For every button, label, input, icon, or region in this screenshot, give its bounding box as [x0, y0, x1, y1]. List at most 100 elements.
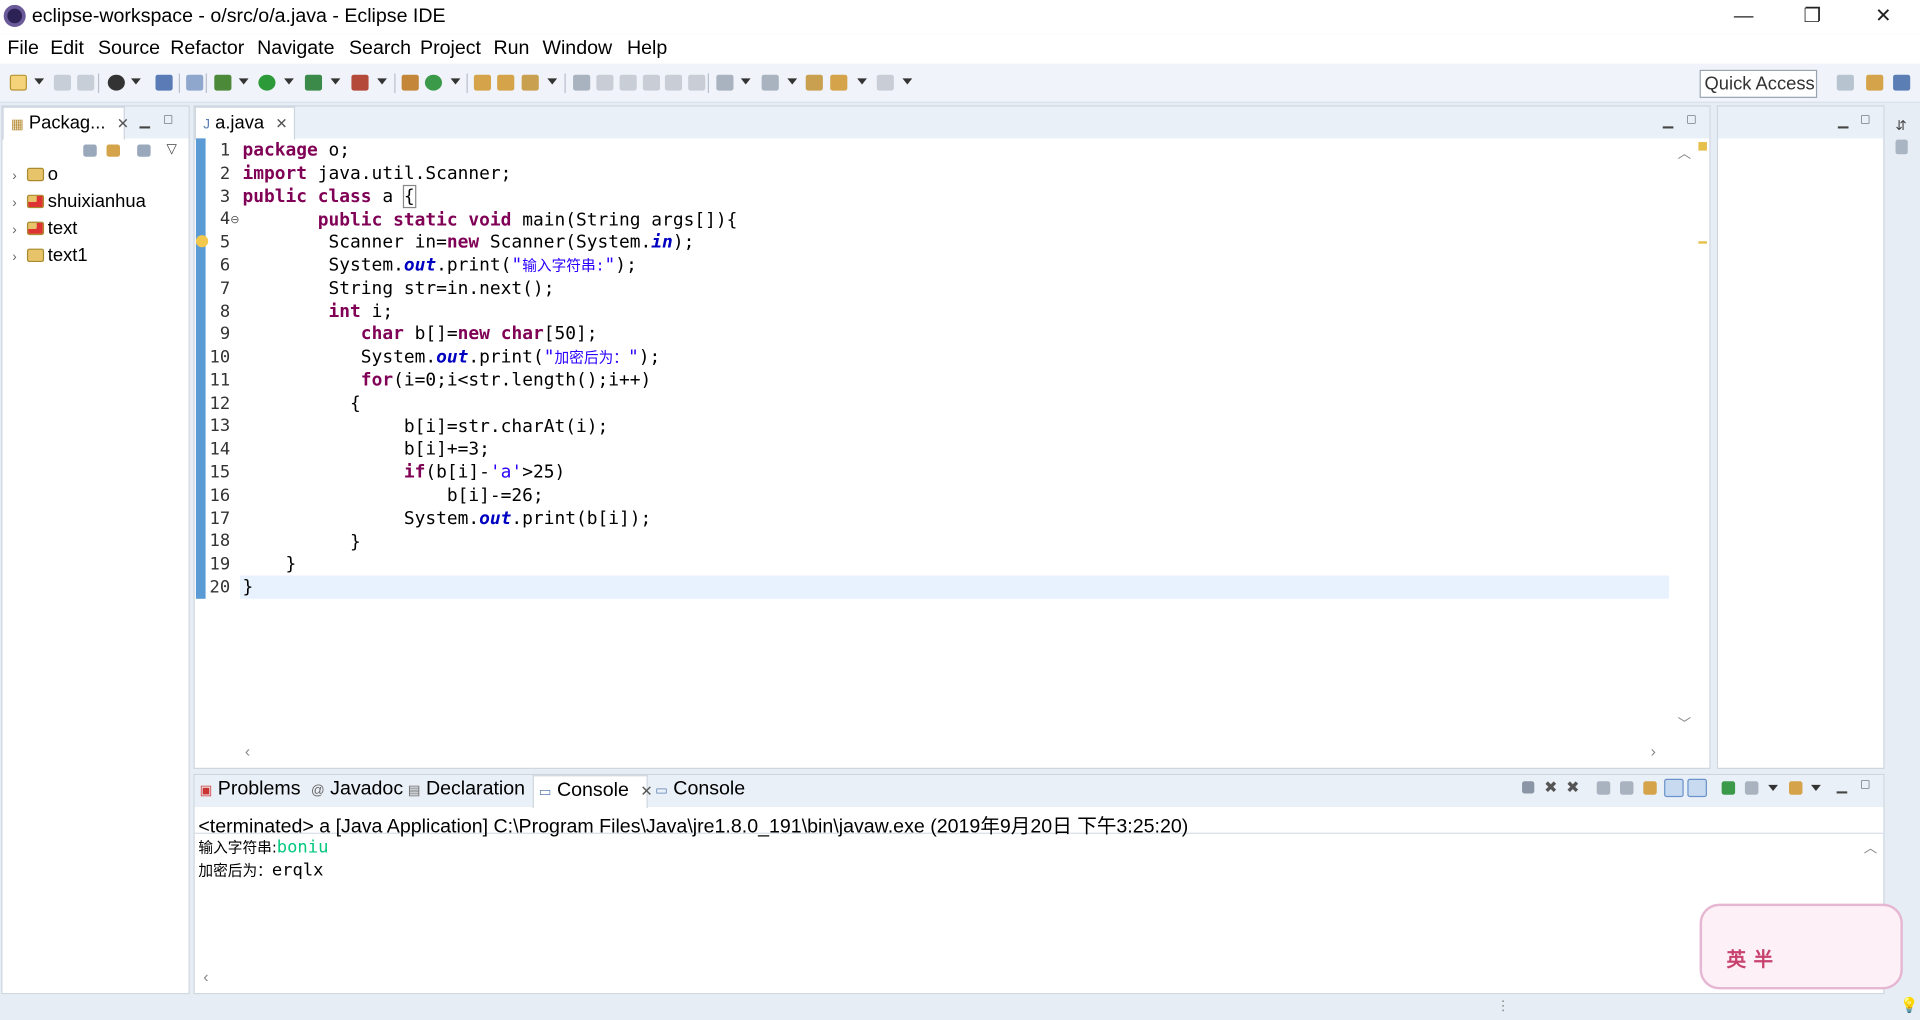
scroll-up-icon[interactable]: ︿	[1864, 838, 1877, 858]
tree-item-project[interactable]: › shuixianhua	[12, 191, 146, 215]
collapse-all-icon[interactable]	[83, 144, 97, 157]
maximize-view-icon[interactable]: □	[1861, 113, 1869, 128]
tab-console-active[interactable]: ▭ Console ✕	[532, 775, 653, 809]
menu-window[interactable]: Window	[542, 38, 612, 60]
code-line[interactable]: {	[242, 393, 361, 414]
code-line[interactable]: System.out.print("输入字符串:");	[242, 255, 637, 276]
scroll-down-icon[interactable]: ﹀	[1678, 714, 1691, 734]
forward-dropdown-icon[interactable]	[902, 78, 913, 85]
dropdown-icon[interactable]	[131, 78, 141, 85]
restore-button[interactable]: ❐	[1784, 2, 1840, 31]
scroll-up-icon[interactable]: ︿	[1678, 143, 1691, 163]
code-line[interactable]: System.out.print(b[i]);	[242, 508, 651, 529]
close-icon[interactable]: ✕	[275, 115, 287, 132]
focus-icon[interactable]	[137, 144, 151, 157]
terminate-icon[interactable]	[1522, 781, 1535, 794]
show-whitespace-icon[interactable]	[664, 74, 683, 91]
maximize-view-icon[interactable]: □	[1687, 113, 1695, 128]
remove-all-terminated-icon[interactable]: ✖	[1566, 778, 1579, 798]
overview-ruler-warning-icon[interactable]	[1698, 142, 1707, 151]
previous-annotation-dropdown-icon[interactable]	[787, 78, 798, 85]
code-line[interactable]: System.out.print("加密后为：");	[242, 347, 660, 368]
search-icon[interactable]	[521, 74, 539, 91]
editor-horizontal-scrollbar[interactable]: ‹ ›	[240, 742, 1673, 764]
tab-a-java[interactable]: J a.java ✕	[194, 106, 296, 140]
back-dropdown-icon[interactable]	[857, 78, 867, 85]
word-wrap-icon[interactable]	[1643, 781, 1657, 795]
minimize-view-icon[interactable]: ▁	[1838, 113, 1848, 129]
quick-access-field[interactable]: Quick Access	[1699, 69, 1818, 98]
code-line[interactable]: }	[242, 531, 361, 552]
code-line[interactable]: }	[242, 553, 296, 574]
code-line[interactable]: b[i]-=26;	[242, 485, 544, 506]
toggle-breadcrumb-icon[interactable]	[596, 74, 614, 91]
close-button[interactable]: ✕	[1855, 2, 1911, 31]
code-line[interactable]: for(i=0;i<str.length();i++)	[242, 370, 651, 391]
minimize-view-icon[interactable]: ▁	[1837, 778, 1847, 794]
fold-collapse-icon[interactable]: ⊖	[230, 213, 239, 226]
search-dropdown-icon[interactable]	[547, 78, 558, 85]
open-type-icon[interactable]	[473, 74, 492, 91]
tab-problems[interactable]: ▣ Problems	[200, 779, 301, 801]
clear-console-icon[interactable]	[1596, 781, 1611, 795]
tab-console-2[interactable]: ▭ Console	[655, 779, 745, 801]
view-menu-icon[interactable]: ▽	[167, 141, 177, 157]
java-perspective-icon[interactable]	[1893, 74, 1911, 91]
close-icon[interactable]: ✕	[640, 782, 652, 799]
run-dropdown-icon[interactable]	[284, 78, 294, 85]
debug-dropdown-icon[interactable]	[238, 78, 249, 85]
menu-file[interactable]: File	[7, 38, 39, 60]
external-tools-dropdown-icon[interactable]	[377, 78, 387, 85]
open-perspective-icon[interactable]	[1836, 74, 1854, 91]
menu-navigate[interactable]: Navigate	[257, 38, 334, 60]
code-line[interactable]: String str=in.next();	[242, 278, 555, 299]
next-annotation-dropdown-icon[interactable]	[740, 78, 751, 85]
minimize-button[interactable]: —	[1716, 2, 1772, 31]
maximize-view-icon[interactable]: □	[164, 113, 172, 128]
show-on-error-icon[interactable]	[1687, 778, 1707, 798]
overview-ruler-marker[interactable]	[1698, 241, 1707, 244]
warning-marker-icon[interactable]	[195, 235, 209, 248]
editor-vertical-scrollbar[interactable]: ︿ ﹀	[1673, 138, 1695, 738]
tip-bulb-icon[interactable]: 💡	[1900, 997, 1918, 1014]
menu-project[interactable]: Project	[420, 38, 481, 60]
new-java-project-icon[interactable]	[401, 74, 419, 91]
skip-breakpoints-icon[interactable]	[186, 74, 204, 91]
display-console-icon[interactable]	[1744, 781, 1759, 795]
remove-launch-icon[interactable]: ✖	[1544, 778, 1557, 798]
tree-item-project[interactable]: › o	[12, 164, 58, 188]
menu-edit[interactable]: Edit	[50, 38, 84, 60]
code-line[interactable]: int i;	[242, 301, 394, 322]
open-console-icon[interactable]	[1788, 781, 1803, 795]
coverage-dropdown-icon[interactable]	[330, 78, 341, 85]
minimize-view-icon[interactable]: ▁	[140, 113, 150, 129]
code-line[interactable]: public static void main(String args[]){	[242, 209, 738, 230]
display-console-dropdown-icon[interactable]	[1768, 784, 1778, 792]
pin-console-icon[interactable]	[1721, 781, 1736, 795]
debug-icon[interactable]	[214, 74, 232, 91]
tree-item-project[interactable]: › text	[12, 218, 77, 242]
new-java-class-icon[interactable]	[424, 74, 443, 91]
scroll-left-icon[interactable]: ‹	[203, 967, 208, 985]
code-line[interactable]: public class a {	[242, 184, 416, 209]
previous-annotation-icon[interactable]	[761, 74, 779, 91]
link-with-editor-icon[interactable]	[106, 144, 121, 157]
scroll-left-icon[interactable]: ‹	[245, 742, 250, 760]
save-all-icon[interactable]	[77, 74, 95, 91]
expand-arrow-icon[interactable]: ›	[12, 223, 27, 238]
last-edit-location-icon[interactable]	[805, 74, 823, 91]
maximize-view-icon[interactable]: □	[1861, 778, 1869, 793]
terminal-icon[interactable]	[155, 74, 173, 91]
code-line[interactable]: }	[242, 577, 253, 598]
task-list-icon[interactable]	[1895, 139, 1908, 155]
code-line[interactable]: char b[]=new char[50];	[242, 323, 598, 344]
code-line[interactable]: Scanner in=new Scanner(System.in);	[242, 231, 695, 252]
menu-search[interactable]: Search	[349, 38, 411, 60]
code-line[interactable]: b[i]+=3;	[242, 438, 490, 459]
run-icon[interactable]	[258, 74, 276, 91]
menu-help[interactable]: Help	[627, 38, 667, 60]
debug-perspective-icon[interactable]	[107, 74, 125, 91]
tree-item-project[interactable]: › text1	[12, 245, 87, 269]
menu-run[interactable]: Run	[493, 38, 529, 60]
code-line[interactable]: package o;	[242, 140, 350, 161]
